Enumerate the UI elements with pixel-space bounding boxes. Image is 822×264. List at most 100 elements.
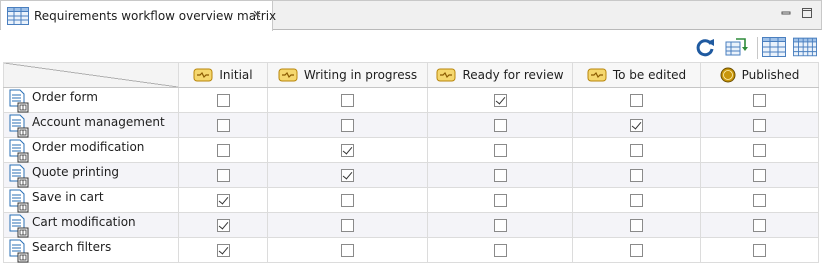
checkbox-unchecked[interactable] bbox=[341, 94, 354, 107]
column-header-label: Ready for review bbox=[462, 68, 564, 82]
checkbox-unchecked[interactable] bbox=[630, 144, 643, 157]
matrix-body: Order form Account management Order modifi… bbox=[3, 87, 819, 263]
matrix-cell bbox=[267, 187, 428, 213]
matrix-row: Cart modification bbox=[3, 212, 819, 238]
matrix-cell bbox=[178, 137, 268, 163]
matrix-table: Initial Writing in progress Ready for revi… bbox=[3, 62, 819, 263]
refresh-button[interactable] bbox=[693, 36, 717, 58]
column-view-icon bbox=[793, 37, 817, 57]
editor-tab[interactable]: Requirements workflow overview matrix ✕ bbox=[1, 1, 277, 32]
table-view-icon bbox=[762, 37, 786, 57]
checkbox-checked[interactable] bbox=[493, 94, 507, 107]
checkbox-checked[interactable] bbox=[630, 119, 643, 132]
row-header-label: Order modification bbox=[32, 140, 145, 154]
matrix-cell bbox=[178, 212, 268, 238]
matrix-cell bbox=[267, 237, 428, 263]
checkbox-unchecked[interactable] bbox=[216, 94, 230, 107]
row-header-label: Search filters bbox=[32, 240, 112, 254]
column-header-label: Published bbox=[741, 68, 800, 82]
matrix-cell bbox=[700, 87, 819, 113]
matrix-cell bbox=[572, 87, 701, 113]
minimize-icon[interactable] bbox=[780, 7, 792, 19]
checkbox-unchecked[interactable] bbox=[341, 194, 354, 207]
column-view-button[interactable] bbox=[793, 36, 817, 58]
matrix-header-row: Initial Writing in progress Ready for revi… bbox=[3, 62, 819, 88]
checkbox-unchecked[interactable] bbox=[753, 169, 766, 182]
workflow-state-icon bbox=[193, 68, 213, 82]
checkbox-unchecked[interactable] bbox=[753, 194, 766, 207]
requirement-icon bbox=[9, 239, 29, 263]
checkbox-unchecked[interactable] bbox=[753, 244, 766, 257]
requirement-icon bbox=[9, 89, 29, 113]
checkbox-unchecked[interactable] bbox=[216, 119, 230, 132]
row-header[interactable]: Quote printing bbox=[3, 162, 179, 188]
requirement-icon bbox=[9, 139, 29, 163]
column-header-label: Writing in progress bbox=[303, 68, 418, 82]
checkbox-unchecked[interactable] bbox=[493, 219, 507, 232]
row-header[interactable]: Order form bbox=[3, 87, 179, 113]
checkbox-checked[interactable] bbox=[216, 219, 230, 232]
checkbox-checked[interactable] bbox=[341, 144, 354, 157]
matrix-cell bbox=[178, 187, 268, 213]
matrix-row: Search filters bbox=[3, 237, 819, 263]
checkbox-checked[interactable] bbox=[341, 169, 354, 182]
checkbox-unchecked[interactable] bbox=[753, 119, 766, 132]
row-header[interactable]: Save in cart bbox=[3, 187, 179, 213]
checkbox-unchecked[interactable] bbox=[630, 194, 643, 207]
row-header-label: Quote printing bbox=[32, 165, 120, 179]
workflow-matrix: Initial Writing in progress Ready for revi… bbox=[3, 62, 822, 264]
matrix-cell bbox=[427, 162, 573, 188]
checkbox-unchecked[interactable] bbox=[216, 169, 230, 182]
matrix-corner-cell bbox=[3, 62, 179, 88]
matrix-cell bbox=[700, 212, 819, 238]
row-header[interactable]: Order modification bbox=[3, 137, 179, 163]
column-header: Published bbox=[700, 62, 819, 88]
checkbox-unchecked[interactable] bbox=[753, 94, 766, 107]
close-icon[interactable]: ✕ bbox=[251, 9, 263, 21]
checkbox-unchecked[interactable] bbox=[630, 94, 643, 107]
table-view-button[interactable] bbox=[762, 36, 786, 58]
row-header[interactable]: Cart modification bbox=[3, 212, 179, 238]
transpose-button[interactable] bbox=[724, 36, 748, 58]
requirement-icon bbox=[9, 189, 29, 213]
column-header: To be edited bbox=[572, 62, 701, 88]
matrix-cell bbox=[267, 87, 428, 113]
matrix-cell bbox=[427, 212, 573, 238]
checkbox-unchecked[interactable] bbox=[341, 119, 354, 132]
checkbox-unchecked[interactable] bbox=[493, 119, 507, 132]
checkbox-unchecked[interactable] bbox=[493, 144, 507, 157]
transpose-icon bbox=[725, 38, 748, 56]
matrix-cell bbox=[427, 87, 573, 113]
checkbox-unchecked[interactable] bbox=[753, 144, 766, 157]
checkbox-unchecked[interactable] bbox=[493, 244, 507, 257]
refresh-icon bbox=[696, 39, 714, 57]
checkbox-unchecked[interactable] bbox=[493, 194, 507, 207]
requirement-icon bbox=[9, 214, 29, 238]
row-header[interactable]: Search filters bbox=[3, 237, 179, 263]
column-header: Writing in progress bbox=[267, 62, 428, 88]
column-header-label: Initial bbox=[219, 68, 253, 82]
maximize-icon[interactable] bbox=[801, 7, 813, 19]
checkbox-checked[interactable] bbox=[216, 244, 230, 257]
checkbox-unchecked[interactable] bbox=[630, 169, 643, 182]
matrix-cell bbox=[700, 187, 819, 213]
checkbox-unchecked[interactable] bbox=[753, 219, 766, 232]
requirement-icon bbox=[9, 164, 29, 188]
column-header: Initial bbox=[178, 62, 268, 88]
checkbox-unchecked[interactable] bbox=[630, 244, 643, 257]
matrix-row: Account management bbox=[3, 112, 819, 138]
checkbox-unchecked[interactable] bbox=[493, 169, 507, 182]
workflow-state-icon bbox=[436, 68, 456, 82]
matrix-row: Quote printing bbox=[3, 162, 819, 188]
matrix-cell bbox=[572, 137, 701, 163]
checkbox-unchecked[interactable] bbox=[341, 219, 354, 232]
checkbox-unchecked[interactable] bbox=[341, 244, 354, 257]
row-header-label: Order form bbox=[32, 90, 98, 104]
checkbox-checked[interactable] bbox=[216, 194, 230, 207]
checkbox-unchecked[interactable] bbox=[630, 219, 643, 232]
column-header: Ready for review bbox=[427, 62, 573, 88]
row-header[interactable]: Account management bbox=[3, 112, 179, 138]
checkbox-unchecked[interactable] bbox=[216, 144, 230, 157]
matrix-cell bbox=[267, 212, 428, 238]
tab-title: Requirements workflow overview matrix bbox=[34, 9, 277, 23]
